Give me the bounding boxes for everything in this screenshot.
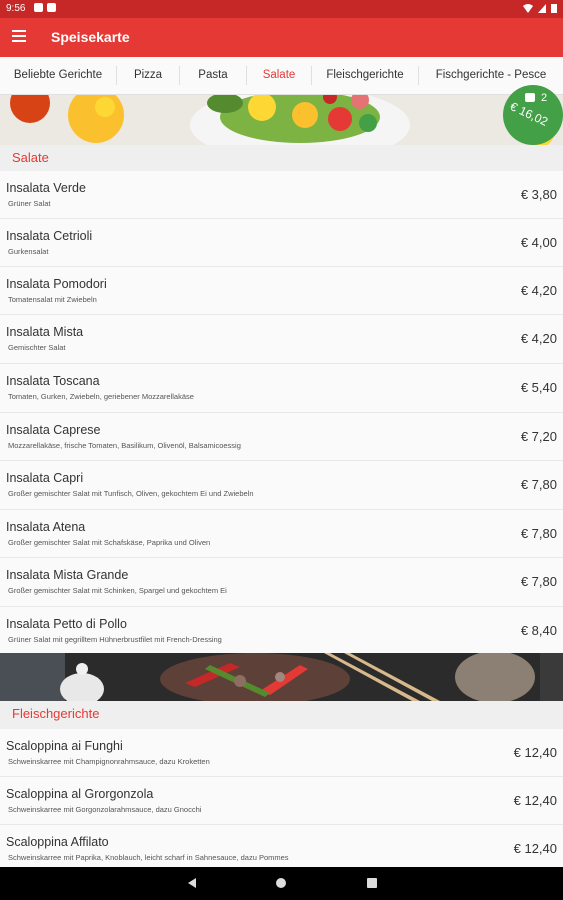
item-description: Schweinskarree mit Champignonrahmsauce, … bbox=[8, 757, 210, 766]
item-price: € 7,80 bbox=[520, 574, 557, 589]
menu-item[interactable]: Insalata Mista Grande Großer gemischter … bbox=[0, 558, 563, 607]
recent-apps-icon[interactable] bbox=[367, 878, 377, 888]
item-description: Großer gemischter Salat mit Schafskäse, … bbox=[8, 538, 211, 547]
system-nav-bar bbox=[0, 867, 563, 900]
meat-banner-image bbox=[0, 653, 563, 701]
item-description: Schweinskarree mit Gorgonzolarahmsauce, … bbox=[8, 805, 202, 814]
shopping-bag-icon bbox=[525, 93, 535, 102]
item-name: Insalata Pomodori bbox=[6, 277, 107, 291]
item-name: Scaloppina ai Funghi bbox=[6, 739, 123, 753]
item-description: Großer gemischter Salat mit Schinken, Sp… bbox=[8, 586, 227, 595]
section-header-salate: Salate bbox=[0, 145, 563, 171]
section-title: Fleischgerichte bbox=[12, 706, 100, 721]
battery-icon bbox=[551, 4, 557, 13]
item-price: € 4,20 bbox=[520, 331, 557, 346]
item-name: Scaloppina al Grorgonzola bbox=[6, 787, 154, 801]
item-description: Tomaten, Gurken, Zwiebeln, geriebener Mo… bbox=[8, 392, 194, 401]
home-icon[interactable] bbox=[276, 878, 286, 888]
wifi-icon bbox=[523, 3, 533, 13]
tab-pasta[interactable]: Pasta bbox=[180, 57, 246, 94]
menu-item[interactable]: Insalata Atena Großer gemischter Salat m… bbox=[0, 510, 563, 558]
menu-item[interactable]: Insalata Cetrioli Gurkensalat € 4,00 bbox=[0, 219, 563, 267]
page-title: Speisekarte bbox=[51, 29, 130, 45]
menu-item[interactable]: Insalata Pomodori Tomatensalat mit Zwieb… bbox=[0, 267, 563, 315]
signal-icon bbox=[538, 3, 546, 13]
item-description: Gemischter Salat bbox=[8, 343, 66, 352]
item-price: € 12,40 bbox=[513, 841, 557, 856]
menu-item[interactable]: Insalata Petto di Pollo Grüner Salat mit… bbox=[0, 607, 563, 654]
category-tabs: Beliebte Gerichte Pizza Pasta Salate Fle… bbox=[0, 57, 563, 95]
item-price: € 5,40 bbox=[520, 380, 557, 395]
item-name: Scaloppina Affilato bbox=[6, 835, 109, 849]
notification-icons bbox=[34, 3, 56, 12]
item-price: € 4,20 bbox=[520, 283, 557, 298]
cart-button[interactable]: 2 € 16,02 bbox=[503, 85, 563, 145]
item-description: Tomatensalat mit Zwiebeln bbox=[8, 295, 97, 304]
system-icons bbox=[523, 3, 557, 13]
notification-icon bbox=[47, 3, 56, 12]
item-name: Insalata Atena bbox=[6, 520, 86, 534]
menu-item[interactable]: Scaloppina Affilato Schweinskarree mit P… bbox=[0, 825, 563, 868]
status-time: 9:56 bbox=[6, 3, 26, 14]
item-description: Grüner Salat mit gegrilltem Hühnerbrustf… bbox=[8, 635, 222, 644]
salad-photo bbox=[0, 95, 563, 145]
item-price: € 3,80 bbox=[520, 187, 557, 202]
tab-fleischgerichte[interactable]: Fleischgerichte bbox=[312, 57, 418, 94]
tab-beliebte-gerichte[interactable]: Beliebte Gerichte bbox=[0, 57, 116, 94]
item-price: € 7,20 bbox=[520, 429, 557, 444]
item-description: Großer gemischter Salat mit Tunfisch, Ol… bbox=[8, 489, 254, 498]
tab-salate[interactable]: Salate bbox=[247, 57, 311, 94]
tab-pizza[interactable]: Pizza bbox=[117, 57, 179, 94]
item-name: Insalata Mista Grande bbox=[6, 568, 129, 582]
item-name: Insalata Mista bbox=[6, 325, 84, 339]
item-description: Gurkensalat bbox=[8, 247, 49, 256]
status-bar: 9:56 bbox=[0, 0, 563, 18]
item-name: Insalata Verde bbox=[6, 181, 86, 195]
menu-item[interactable]: Insalata Toscana Tomaten, Gurken, Zwiebe… bbox=[0, 364, 563, 413]
item-price: € 7,80 bbox=[520, 477, 557, 492]
menu-item[interactable]: Insalata Capri Großer gemischter Salat m… bbox=[0, 461, 563, 510]
item-price: € 7,80 bbox=[520, 526, 557, 541]
notification-icon bbox=[34, 3, 43, 12]
section-title: Salate bbox=[12, 150, 49, 165]
salad-banner-image bbox=[0, 95, 563, 145]
menu-item[interactable]: Scaloppina ai Funghi Schweinskarree mit … bbox=[0, 729, 563, 777]
item-price: € 8,40 bbox=[520, 623, 557, 638]
menu-item[interactable]: Insalata Caprese Mozzarellakäse, frische… bbox=[0, 413, 563, 461]
item-name: Insalata Cetrioli bbox=[6, 229, 93, 243]
menu-icon[interactable] bbox=[12, 30, 26, 44]
item-name: Insalata Capri bbox=[6, 471, 84, 485]
item-price: € 12,40 bbox=[513, 745, 557, 760]
item-name: Insalata Toscana bbox=[6, 374, 100, 388]
item-price: € 12,40 bbox=[513, 793, 557, 808]
cart-count: 2 bbox=[541, 92, 548, 104]
section-header-fleischgerichte: Fleischgerichte bbox=[0, 701, 563, 729]
meat-dish-photo bbox=[0, 653, 563, 701]
menu-item[interactable]: Scaloppina al Grorgonzola Schweinskarree… bbox=[0, 777, 563, 825]
item-name: Insalata Petto di Pollo bbox=[6, 617, 127, 631]
menu-item[interactable]: Insalata Mista Gemischter Salat € 4,20 bbox=[0, 315, 563, 364]
app-bar: Speisekarte bbox=[0, 18, 563, 57]
item-description: Mozzarellakäse, frische Tomaten, Basilik… bbox=[8, 441, 241, 450]
item-description: Schweinskarree mit Paprika, Knoblauch, l… bbox=[8, 853, 289, 862]
item-price: € 4,00 bbox=[520, 235, 557, 250]
item-name: Insalata Caprese bbox=[6, 423, 101, 437]
back-icon[interactable] bbox=[188, 878, 196, 888]
menu-item[interactable]: Insalata Verde Grüner Salat € 3,80 bbox=[0, 171, 563, 219]
item-description: Grüner Salat bbox=[8, 199, 51, 208]
